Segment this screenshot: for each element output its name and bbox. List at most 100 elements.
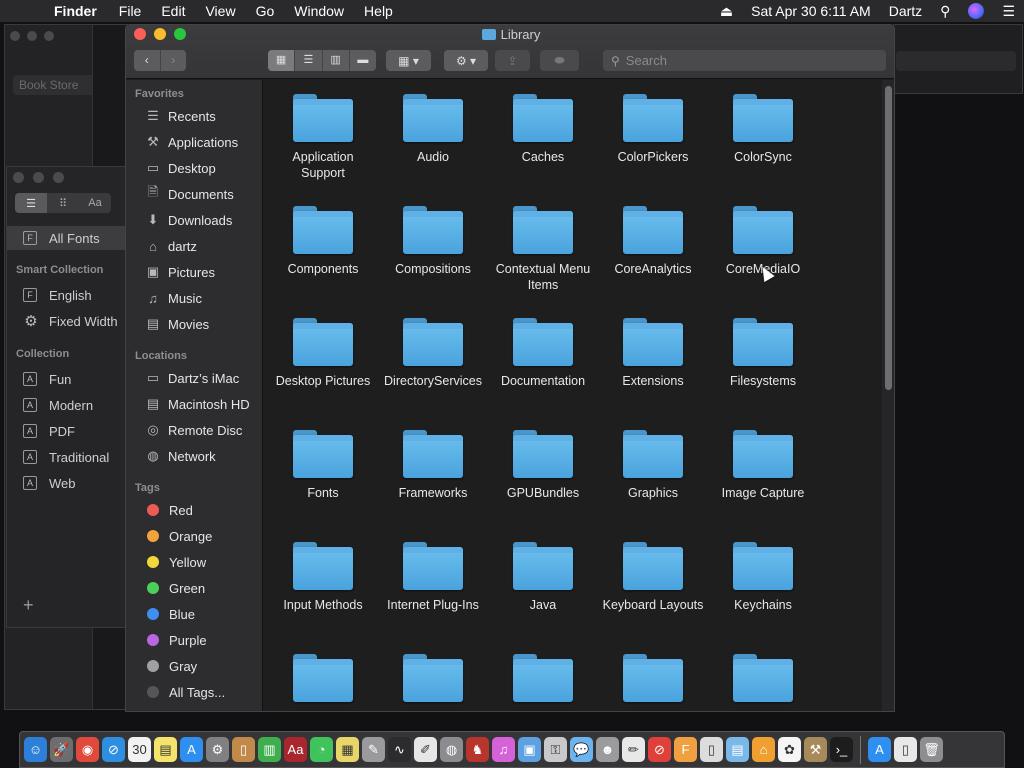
safari-icon[interactable]: ⊘ [102,737,125,762]
folder-application-support[interactable]: Application Support [268,80,378,181]
finder-icon[interactable]: ☺ [24,737,47,762]
ibooks-icon[interactable]: ▯ [232,737,255,762]
photos-icon[interactable]: ✿ [778,737,801,762]
document-icon[interactable]: ▯ [700,737,723,762]
sidebar-item-network[interactable]: ◍ Network [126,443,263,469]
menu-window[interactable]: Window [285,3,355,19]
sidebar-tag-all-tags[interactable]: All Tags... [126,679,263,705]
dictionary-icon[interactable]: Aa [284,737,307,762]
zoom-button[interactable] [44,31,54,41]
folder-desktop-pictures[interactable]: Desktop Pictures [268,304,378,389]
add-collection-button[interactable]: + [23,595,34,616]
trash-icon[interactable]: 🗑 [920,737,943,762]
activity-monitor-icon[interactable]: ∿ [388,737,411,762]
background-window-right[interactable] [893,24,1023,94]
app-menu-finder[interactable]: Finder [40,3,110,19]
file-icon[interactable]: ▯ [894,737,917,762]
edit-tags-button[interactable]: ⬬ [540,50,579,71]
terminal-icon[interactable]: ›_ [830,737,853,762]
smart-collection-english[interactable]: F English [7,283,129,307]
folder-internet-plug-ins[interactable]: Internet Plug-Ins [378,528,488,613]
finder-search-field[interactable]: ⚲ [603,50,886,71]
list-view-button[interactable]: ☰ [295,50,323,71]
textedit-icon[interactable]: ✐ [414,737,437,762]
collection-traditional[interactable]: A Traditional [7,445,129,469]
sample-view-icon[interactable]: Aa [79,193,111,213]
menubar-clock[interactable]: Sat Apr 30 6:11 AM [742,3,880,19]
smart-collection-fixed-width[interactable]: ⚙ Fixed Width [7,309,129,333]
folder-item[interactable] [378,640,488,702]
folder-filesystems[interactable]: Filesystems [708,304,818,389]
collection-web[interactable]: A Web [7,471,129,495]
eject-icon[interactable]: ⏏ [711,3,742,20]
sidebar-item-pictures[interactable]: ▣ Pictures [126,259,263,285]
sidebar-tag-yellow[interactable]: Yellow [126,549,263,575]
folder-stack-icon[interactable]: ▤ [726,737,749,762]
sidebar-item-dartz[interactable]: ⌂ dartz [126,233,263,259]
folder-item[interactable] [488,640,598,702]
forward-button[interactable]: › [161,50,187,71]
scrollbar-thumb[interactable] [885,86,892,390]
sidebar-tag-green[interactable]: Green [126,575,263,601]
no-entry-icon[interactable]: ⊘ [648,737,671,762]
menu-edit[interactable]: Edit [152,3,196,19]
notification-center-icon[interactable]: ☰ [993,3,1024,20]
launchpad-icon[interactable]: 🚀 [50,737,73,762]
folder-components[interactable]: Components [268,192,378,277]
sidebar-item-applications[interactable]: ⚒ Applications [126,129,263,155]
search-input[interactable] [625,53,866,68]
collection-pdf[interactable]: A PDF [7,419,129,443]
font-book-icon[interactable]: F [674,737,697,762]
font-collection-all-fonts[interactable]: F All Fonts [7,226,129,250]
close-button[interactable] [10,31,20,41]
folder-fonts[interactable]: Fonts [268,416,378,501]
keychain-icon[interactable]: ⚿ [544,737,567,762]
folder-input-methods[interactable]: Input Methods [268,528,378,613]
folder-item[interactable] [268,640,378,702]
sidebar-item-downloads[interactable]: ⬇ Downloads [126,207,263,233]
stickies-icon[interactable]: ▦ [336,737,359,762]
numbers-icon[interactable]: ▥ [258,737,281,762]
finder-titlebar[interactable]: Library ‹ › ▦ ☰ ▥ ▬ ▦ ▾ ⚙ ▾ ⇪ ⬬ ⚲ [126,25,894,79]
app-store-dock-icon[interactable]: A [868,737,891,762]
folder-item[interactable] [598,640,708,702]
column-view-button[interactable]: ▥ [323,50,350,71]
chrome-icon[interactable]: ◉ [76,737,99,762]
sidebar-tag-red[interactable]: Red [126,497,263,523]
sidebar-item-remote-disc[interactable]: ◎ Remote Disc [126,417,263,443]
script-editor-icon[interactable]: ✎ [362,737,385,762]
sidebar-item-documents[interactable]: 🗎 Documents [126,181,263,207]
disk-utility-icon[interactable]: ◍ [440,737,463,762]
folder-contextual-menu-items[interactable]: Contextual Menu Items [488,192,598,293]
gallery-view-button[interactable]: ▬ [350,50,376,71]
automator-icon[interactable]: ☻ [596,737,619,762]
menu-file[interactable]: File [110,3,153,19]
sidebar-item-recents[interactable]: ☰ Recents [126,103,263,129]
folder-frameworks[interactable]: Frameworks [378,416,488,501]
sidebar-item-dartz-s-imac[interactable]: ▭ Dartz’s iMac [126,365,263,391]
app-store-icon[interactable]: A [180,737,203,762]
collection-fun[interactable]: A Fun [7,367,129,391]
sidebar-tag-gray[interactable]: Gray [126,653,263,679]
pencil-icon[interactable]: ✏ [622,737,645,762]
folder-extensions[interactable]: Extensions [598,304,708,389]
folder-audio[interactable]: Audio [378,80,488,165]
folder-directoryservices[interactable]: DirectoryServices [378,304,488,389]
messages-icon[interactable]: ◔ [310,737,333,762]
share-button[interactable]: ⇪ [495,50,530,71]
menu-view[interactable]: View [196,3,246,19]
folder-keyboard-layouts[interactable]: Keyboard Layouts [598,528,708,613]
folder-documentation[interactable]: Documentation [488,304,598,389]
back-button[interactable]: ‹ [134,50,161,71]
folder-keychains[interactable]: Keychains [708,528,818,613]
sidebar-tag-orange[interactable]: Orange [126,523,263,549]
group-by-button[interactable]: ▦ ▾ [386,50,431,71]
folder-compositions[interactable]: Compositions [378,192,488,277]
vertical-scrollbar[interactable] [882,80,894,711]
sidebar-item-movies[interactable]: ▤ Movies [126,311,263,337]
sidebar-item-desktop[interactable]: ▭ Desktop [126,155,263,181]
folder-colorsync[interactable]: ColorSync [708,80,818,165]
sidebar-item-music[interactable]: ♫ Music [126,285,263,311]
close-button[interactable] [13,172,24,183]
chess-icon[interactable]: ♞ [466,737,489,762]
